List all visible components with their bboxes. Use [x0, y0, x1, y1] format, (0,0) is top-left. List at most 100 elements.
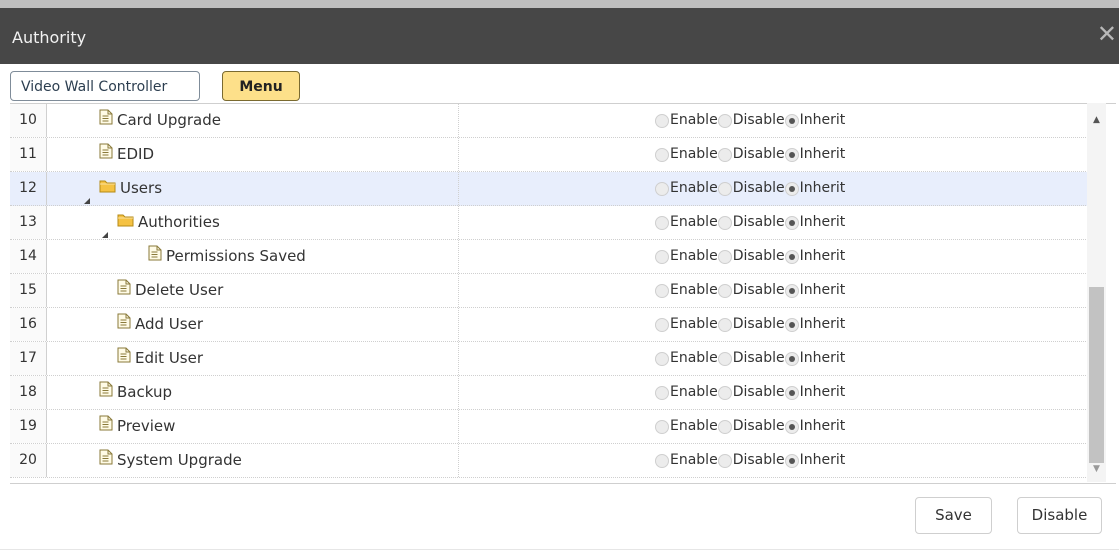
tree-node[interactable]: Permissions Saved [148, 240, 306, 273]
enable-radio[interactable] [655, 283, 669, 298]
inherit-radio[interactable] [784, 249, 799, 264]
enable-radio[interactable] [655, 351, 669, 366]
inherit-radio-label[interactable]: Inherit [800, 138, 846, 171]
tree-node[interactable]: Backup [99, 376, 172, 409]
table-row[interactable]: 14 Permissions Saved Enable Disable Inherit [10, 240, 1090, 274]
disable-radio-label[interactable]: Disable [733, 138, 785, 171]
tree-node[interactable]: Delete User [117, 274, 223, 307]
vertical-scrollbar[interactable]: ▲ ▼ [1087, 103, 1106, 482]
disable-radio[interactable] [717, 453, 732, 468]
disable-radio[interactable] [717, 181, 732, 196]
enable-radio-label[interactable]: Enable [670, 274, 718, 307]
tree-node[interactable]: Add User [117, 308, 203, 341]
enable-radio-label[interactable]: Enable [670, 206, 718, 239]
disable-radio[interactable] [717, 351, 732, 366]
enable-radio[interactable] [655, 215, 669, 230]
table-row[interactable]: 13 Authorities Enable Disable Inherit [10, 206, 1090, 240]
inherit-radio-label[interactable]: Inherit [800, 240, 846, 273]
tree-node[interactable]: System Upgrade [99, 444, 242, 477]
table-row[interactable]: 12 Users Enable Disable Inherit [10, 172, 1090, 206]
inherit-radio-label[interactable]: Inherit [800, 172, 846, 205]
table-row[interactable]: 11 EDID Enable Disable Inherit [10, 138, 1090, 172]
disable-radio[interactable] [717, 317, 732, 332]
disable-radio[interactable] [717, 215, 732, 230]
table-row[interactable]: 15 Delete User Enable Disable Inherit [10, 274, 1090, 308]
enable-radio-label[interactable]: Enable [670, 444, 718, 477]
enable-radio[interactable] [655, 113, 669, 128]
enable-radio-label[interactable]: Enable [670, 138, 718, 171]
enable-radio-label[interactable]: Enable [670, 342, 718, 375]
disable-radio-label[interactable]: Disable [733, 444, 785, 477]
save-button[interactable]: Save [915, 497, 992, 534]
disable-radio-label[interactable]: Disable [733, 410, 785, 443]
scroll-up-arrow-icon[interactable]: ▲ [1087, 115, 1106, 127]
disable-radio[interactable] [717, 249, 732, 264]
enable-radio[interactable] [655, 181, 669, 196]
inherit-radio[interactable] [784, 113, 799, 128]
inherit-radio[interactable] [784, 453, 799, 468]
tree-node[interactable]: EDID [99, 138, 154, 171]
expanded-arrow-icon[interactable] [101, 218, 111, 238]
enable-radio-label[interactable]: Enable [670, 172, 718, 205]
disable-radio-label[interactable]: Disable [733, 172, 785, 205]
table-row[interactable]: 16 Add User Enable Disable Inherit [10, 308, 1090, 342]
inherit-radio[interactable] [784, 147, 799, 162]
disable-radio-label[interactable]: Disable [733, 240, 785, 273]
disable-radio[interactable] [717, 113, 732, 128]
enable-radio[interactable] [655, 453, 669, 468]
inherit-radio[interactable] [784, 215, 799, 230]
inherit-radio-label[interactable]: Inherit [800, 274, 846, 307]
disable-radio-label[interactable]: Disable [733, 206, 785, 239]
enable-radio-label[interactable]: Enable [670, 308, 718, 341]
tree-node[interactable]: Authorities [101, 206, 220, 239]
disable-radio-label[interactable]: Disable [733, 308, 785, 341]
disable-radio-label[interactable]: Disable [733, 376, 785, 409]
disable-radio[interactable] [717, 283, 732, 298]
table-row[interactable]: 18 Backup Enable Disable Inherit [10, 376, 1090, 410]
disable-radio[interactable] [717, 419, 732, 434]
expanded-arrow-icon[interactable] [83, 184, 93, 204]
inherit-radio-label[interactable]: Inherit [800, 206, 846, 239]
inherit-radio-label[interactable]: Inherit [800, 410, 846, 443]
disable-radio-label[interactable]: Disable [733, 274, 785, 307]
inherit-radio[interactable] [784, 181, 799, 196]
table-row[interactable]: 20 System Upgrade Enable Disable Inherit [10, 444, 1090, 478]
disable-radio[interactable] [717, 385, 732, 400]
inherit-radio[interactable] [784, 351, 799, 366]
scrollbar-thumb[interactable] [1089, 287, 1104, 463]
enable-radio-label[interactable]: Enable [670, 104, 718, 137]
tab-menu[interactable]: Menu [222, 71, 300, 101]
disable-radio-label[interactable]: Disable [733, 342, 785, 375]
enable-radio[interactable] [655, 419, 669, 434]
disable-button[interactable]: Disable [1017, 497, 1102, 534]
table-row[interactable]: 19 Preview Enable Disable Inherit [10, 410, 1090, 444]
tree-node[interactable]: Users [83, 172, 162, 205]
enable-radio-label[interactable]: Enable [670, 410, 718, 443]
enable-radio-label[interactable]: Enable [670, 240, 718, 273]
inherit-radio-label[interactable]: Inherit [800, 376, 846, 409]
tree-node[interactable]: Card Upgrade [99, 104, 221, 137]
disable-radio-label[interactable]: Disable [733, 104, 785, 137]
enable-radio[interactable] [655, 385, 669, 400]
tab-video-wall-controller[interactable]: Video Wall Controller [10, 71, 200, 101]
inherit-radio[interactable] [784, 419, 799, 434]
enable-radio-label[interactable]: Enable [670, 376, 718, 409]
inherit-radio-label[interactable]: Inherit [800, 104, 846, 137]
inherit-radio[interactable] [784, 317, 799, 332]
enable-radio[interactable] [655, 249, 669, 264]
tree-node[interactable]: Preview [99, 410, 175, 443]
table-row[interactable]: 10 Card Upgrade Enable Disable Inherit [10, 104, 1090, 138]
enable-radio[interactable] [655, 317, 669, 332]
close-icon[interactable]: ✕ [1097, 20, 1117, 48]
scroll-down-arrow-icon[interactable]: ▼ [1087, 464, 1106, 476]
tree-node[interactable]: Edit User [117, 342, 203, 375]
inherit-radio-label[interactable]: Inherit [800, 342, 846, 375]
inherit-radio[interactable] [784, 283, 799, 298]
inherit-radio[interactable] [784, 385, 799, 400]
enable-radio[interactable] [655, 147, 669, 162]
inherit-radio-label[interactable]: Inherit [800, 444, 846, 477]
inherit-radio-label[interactable]: Inherit [800, 308, 846, 341]
name-cell: Delete User [47, 274, 459, 307]
disable-radio[interactable] [717, 147, 732, 162]
table-row[interactable]: 17 Edit User Enable Disable Inherit [10, 342, 1090, 376]
